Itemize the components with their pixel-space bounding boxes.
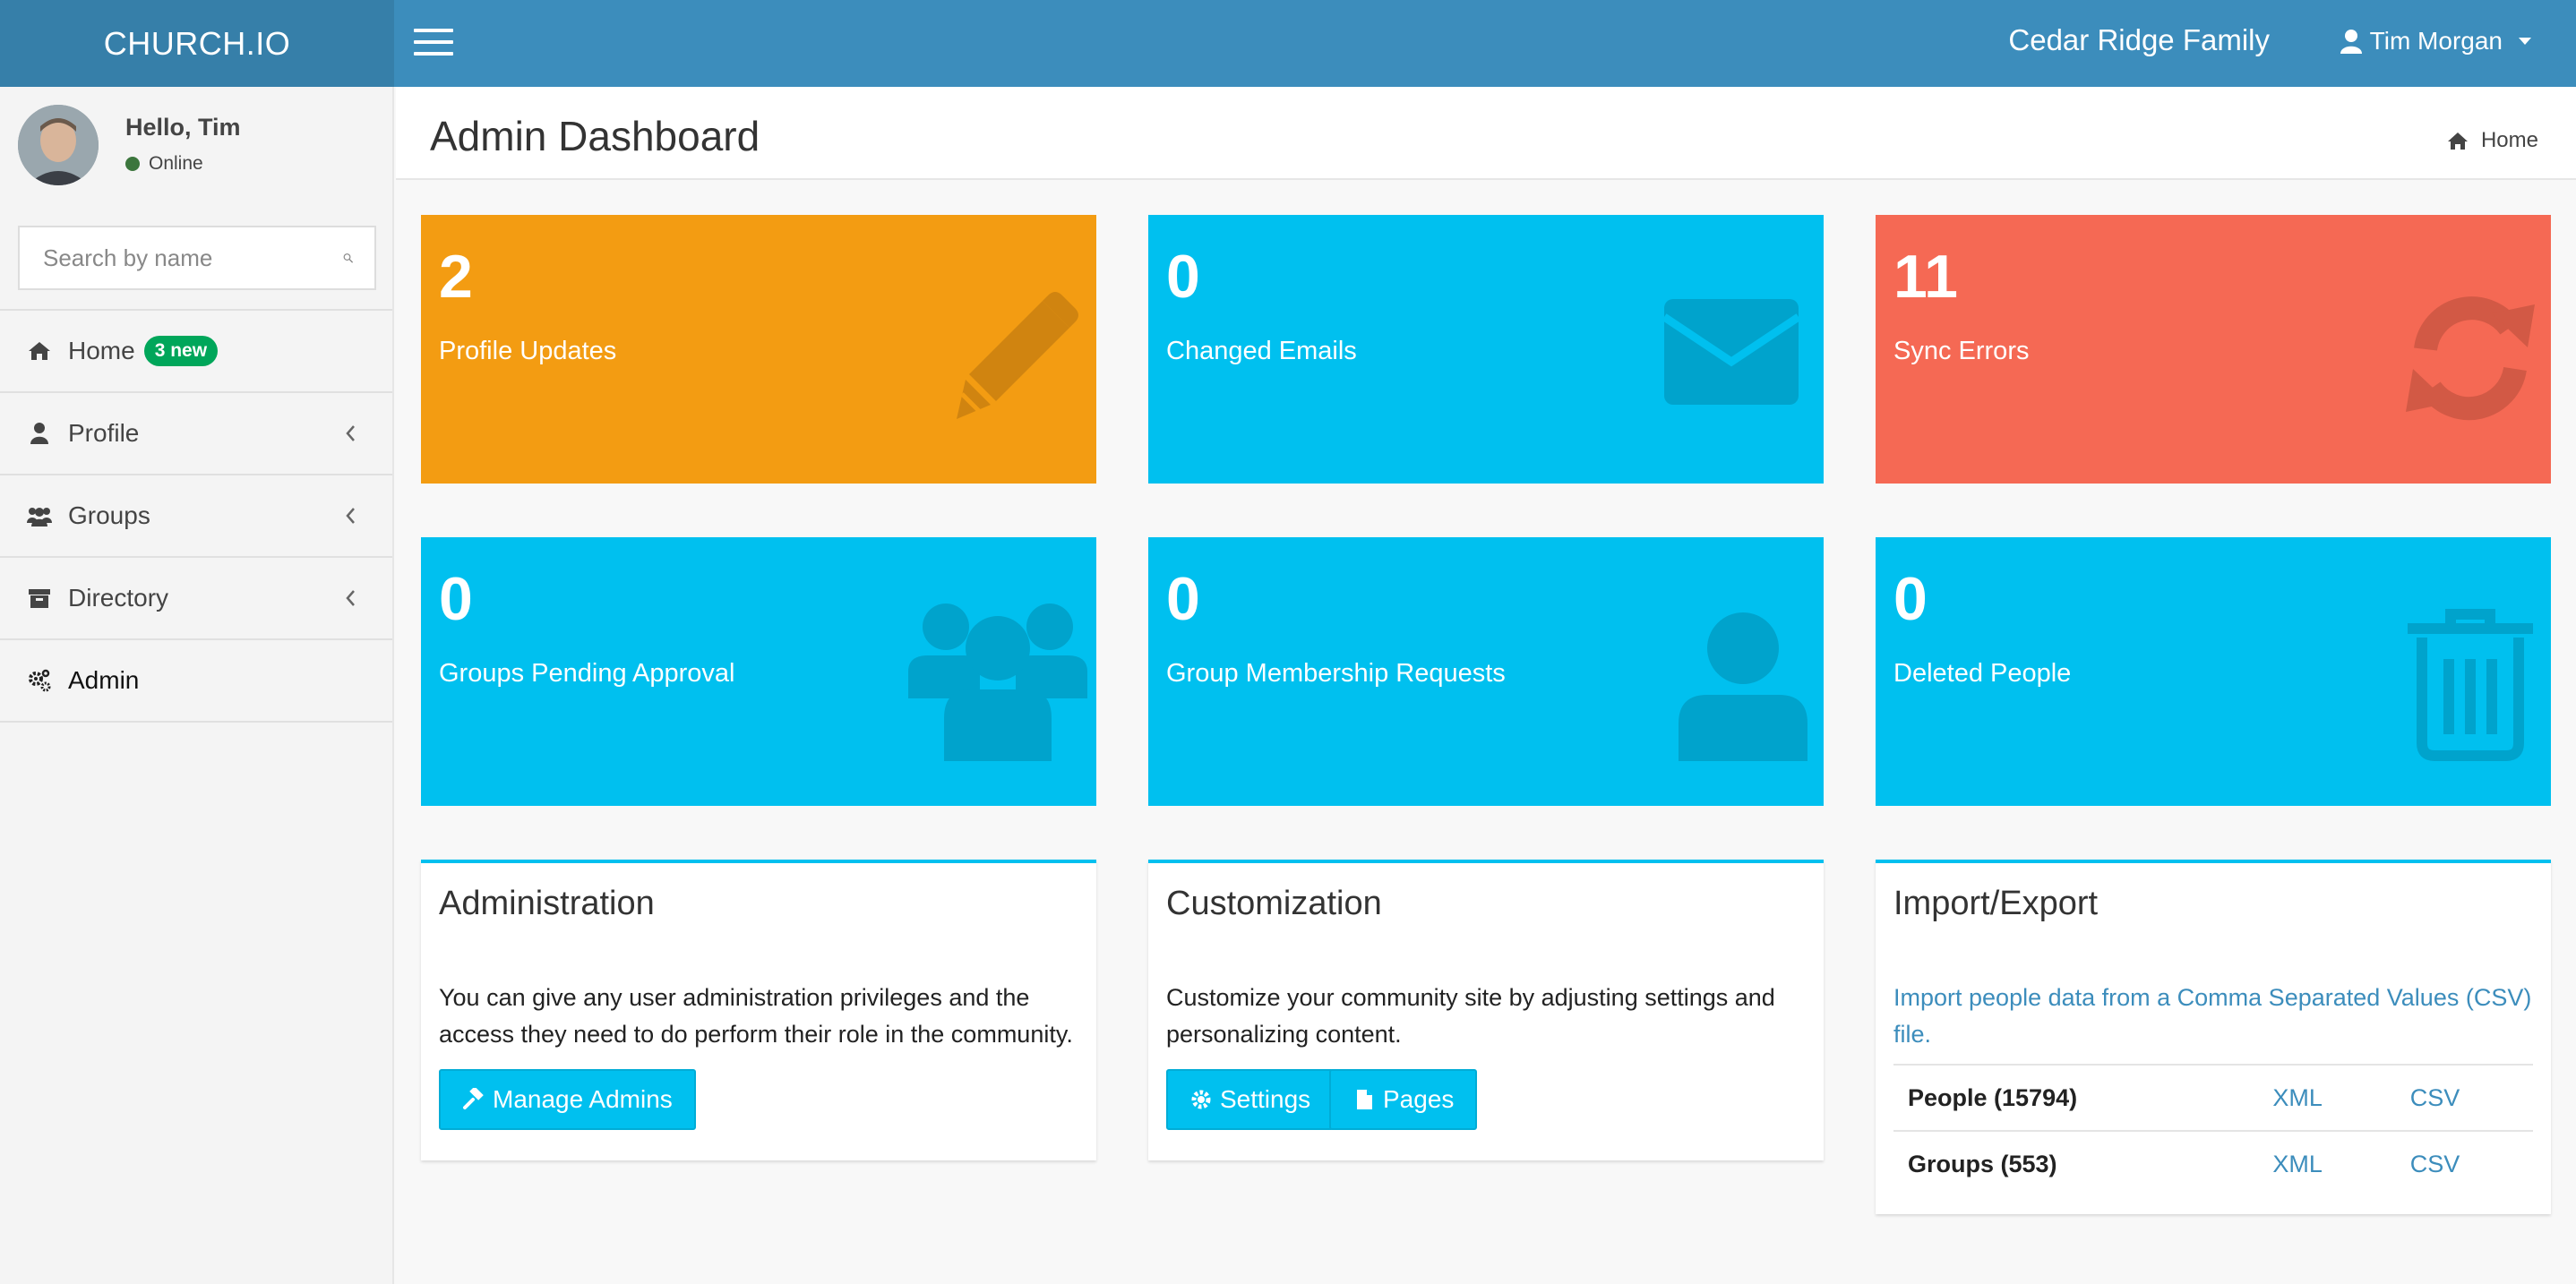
stat-value: 11 [1893,243,1958,311]
user-icon [1679,612,1807,761]
sidebar-item-directory[interactable]: Directory [0,558,392,640]
stat-box-profile-updates[interactable]: 2 Profile Updates [421,215,1096,484]
trash-icon [2408,609,2533,761]
administration-box: Administration You can give any user adm… [421,860,1096,1160]
content-header: Admin Dashboard Home [396,87,2576,180]
chevron-left-icon [346,508,355,524]
home-icon [2447,133,2468,150]
page-title: Admin Dashboard [430,113,760,159]
user-icon [27,421,52,446]
sidebar-item-groups[interactable]: Groups [0,475,392,558]
search-icon[interactable] [343,245,353,270]
new-badge: 3 new [143,336,219,366]
sidebar-item-label: Admin [68,666,140,694]
stat-label: Deleted People [1893,659,2072,688]
sidebar-item-label: Profile [68,419,140,447]
sidebar-item-admin[interactable]: Admin [0,640,392,723]
gear-icon [1191,1090,1211,1109]
home-icon [27,338,52,364]
export-row-label: Groups (553) [1893,1130,2259,1197]
refresh-icon [2406,296,2535,421]
sidebar-menu: Home 3 new Profile Groups Directory Admi… [0,309,392,723]
box-title: Import/Export [1893,885,2099,922]
online-status: Online [125,153,203,175]
sidebar-item-label: Groups [68,501,150,529]
envelope-icon [1662,299,1801,405]
archive-icon [27,586,52,611]
users-icon [908,603,1087,761]
table-row: Groups (553) XML CSV [1893,1130,2533,1197]
settings-button[interactable]: Settings [1166,1069,1335,1130]
stat-box-membership-requests[interactable]: 0 Group Membership Requests [1148,537,1824,806]
export-people-csv-link[interactable]: CSV [2395,1064,2533,1131]
stat-box-deleted-people[interactable]: 0 Deleted People [1876,537,2551,806]
stat-value: 0 [1893,565,1928,633]
sidebar: Hello, Tim Online Home 3 new Profile [0,87,394,1284]
export-people-xml-link[interactable]: XML [2258,1064,2396,1131]
stat-value: 2 [439,243,473,311]
user-greeting: Hello, Tim [125,114,241,141]
export-groups-csv-link[interactable]: CSV [2395,1130,2533,1197]
top-navbar: CHURCH.IO Cedar Ridge Family Tim Morgan [0,0,2576,87]
import-export-box: Import/Export Import people data from a … [1876,860,2551,1214]
sidebar-item-profile[interactable]: Profile [0,393,392,475]
users-icon [27,503,52,528]
logo[interactable]: CHURCH.IO [0,0,394,87]
pencil-icon [957,292,1078,419]
gears-icon [27,668,52,693]
customization-box: Customization Customize your community s… [1148,860,1824,1160]
stat-label: Sync Errors [1893,337,2030,365]
sidebar-item-label: Directory [68,584,169,612]
pages-button[interactable]: Pages [1329,1069,1478,1130]
stat-label: Groups Pending Approval [439,659,735,688]
stat-label: Profile Updates [439,337,617,365]
user-menu-dropdown[interactable]: Tim Morgan [2340,27,2531,56]
export-table: People (15794) XML CSV Groups (553) XML … [1893,1064,2533,1197]
chevron-left-icon [346,590,355,606]
stat-value: 0 [439,565,473,633]
import-csv-link[interactable]: Import people data from a Comma Separate… [1893,980,2538,1053]
stat-box-sync-errors[interactable]: 11 Sync Errors [1876,215,2551,484]
user-panel: Hello, Tim Online [18,105,376,185]
stat-value: 0 [1166,565,1200,633]
stat-label: Group Membership Requests [1166,659,1506,688]
sidebar-search [18,226,376,290]
site-name: Cedar Ridge Family [2008,23,2270,56]
avatar [18,105,99,185]
status-dot-icon [125,157,140,171]
gavel-icon [463,1088,484,1109]
box-title: Administration [439,885,655,922]
stat-value: 0 [1166,243,1200,311]
caret-down-icon [2519,38,2531,45]
breadcrumb[interactable]: Home [2447,128,2538,153]
stat-label: Changed Emails [1166,337,1357,365]
export-groups-xml-link[interactable]: XML [2258,1130,2396,1197]
box-description: You can give any user administration pri… [439,984,1073,1048]
box-title: Customization [1166,885,1382,922]
stat-box-changed-emails[interactable]: 0 Changed Emails [1148,215,1824,484]
file-icon [1357,1090,1372,1109]
manage-admins-button[interactable]: Manage Admins [439,1069,696,1130]
box-description: Customize your community site by adjusti… [1166,984,1775,1048]
breadcrumb-home[interactable]: Home [2481,128,2538,153]
user-icon [2340,30,2362,54]
sidebar-toggle-button[interactable] [414,29,453,57]
sidebar-item-home[interactable]: Home 3 new [0,311,392,393]
user-name: Tim Morgan [2369,27,2503,55]
stat-box-groups-pending[interactable]: 0 Groups Pending Approval [421,537,1096,806]
search-input[interactable] [20,244,343,272]
sidebar-item-label: Home [68,337,135,364]
chevron-left-icon [346,425,355,441]
table-row: People (15794) XML CSV [1893,1064,2533,1131]
export-row-label: People (15794) [1893,1064,2259,1131]
